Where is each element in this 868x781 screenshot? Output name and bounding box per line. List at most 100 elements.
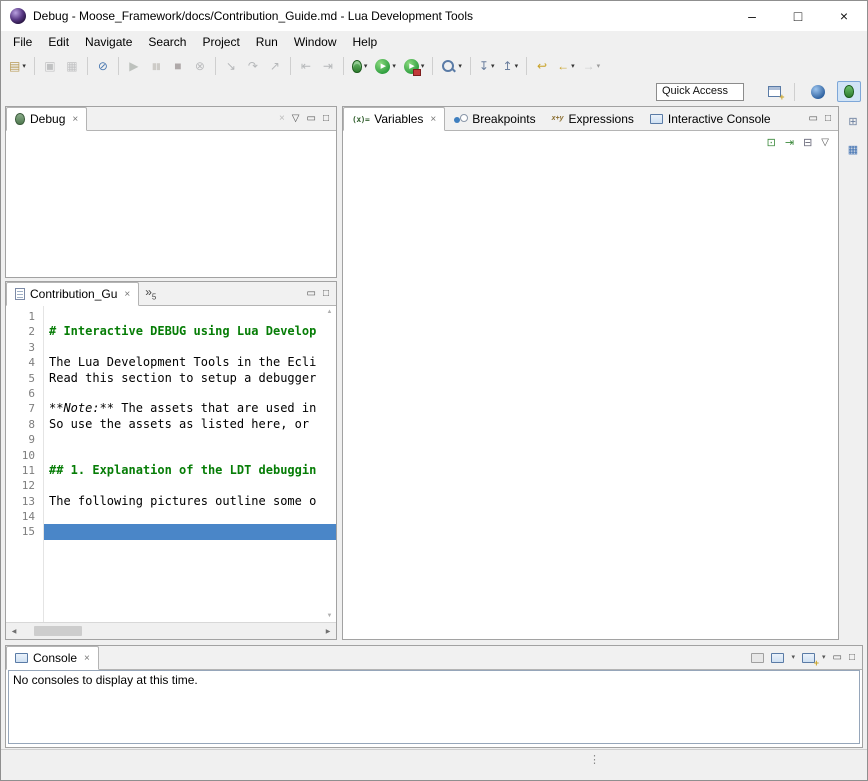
step-over-button[interactable]: ↷: [243, 55, 263, 77]
suspend-button[interactable]: ▮▮: [146, 55, 166, 77]
menu-run[interactable]: Run: [248, 33, 286, 51]
maximize-view-icon[interactable]: □: [323, 289, 329, 299]
scroll-up-icon[interactable]: ▲: [327, 309, 333, 315]
minimize-view-icon[interactable]: ▭: [809, 114, 818, 124]
use-step-filters-button[interactable]: ⇥: [318, 55, 338, 77]
menu-file[interactable]: File: [5, 33, 40, 51]
scrollbar-track[interactable]: [22, 623, 320, 639]
trim-drag-handle[interactable]: ⋮: [589, 753, 600, 766]
pin-console-icon[interactable]: [751, 653, 764, 663]
minimized-view-button[interactable]: ▦: [843, 139, 863, 159]
tab-expressions[interactable]: Expressions: [544, 107, 642, 130]
last-edit-location-button[interactable]: ↩: [532, 55, 552, 77]
restore-views-button[interactable]: ⊞: [843, 111, 863, 131]
forward-button[interactable]: →▾: [580, 55, 604, 77]
close-tab-icon[interactable]: ×: [124, 289, 130, 300]
code-line[interactable]: **Note:** The assets that are used in: [44, 401, 336, 416]
next-annotation-button[interactable]: ↧▾: [476, 55, 498, 77]
menu-window[interactable]: Window: [286, 33, 345, 51]
close-window-button[interactable]: ×: [821, 1, 867, 31]
code-line[interactable]: [44, 340, 336, 355]
maximize-view-icon[interactable]: □: [323, 114, 329, 124]
dropdown-arrow-icon[interactable]: ▾: [822, 654, 826, 661]
menu-project[interactable]: Project: [194, 33, 247, 51]
minimize-view-icon[interactable]: ▭: [307, 114, 316, 124]
menu-search[interactable]: Search: [140, 33, 194, 51]
scrollbar-thumb[interactable]: [34, 626, 82, 636]
menu-edit[interactable]: Edit: [40, 33, 77, 51]
view-menu-icon[interactable]: ▽: [821, 138, 829, 148]
show-type-names-icon[interactable]: ⇥: [785, 138, 794, 149]
debug-perspective-button[interactable]: [837, 81, 861, 102]
code-line[interactable]: [44, 478, 336, 493]
save-button[interactable]: ▣: [40, 55, 60, 77]
console-content[interactable]: No consoles to display at this time.: [8, 670, 860, 744]
code-line[interactable]: Read this section to setup a debugger: [44, 371, 336, 386]
terminate-button[interactable]: ■: [168, 55, 188, 77]
tab-debug[interactable]: Debug ×: [6, 107, 87, 131]
dropdown-arrow-icon[interactable]: ▾: [791, 654, 795, 661]
code-line[interactable]: [44, 509, 336, 524]
tab-breakpoints[interactable]: Breakpoints: [445, 107, 543, 130]
maximize-view-icon[interactable]: □: [825, 114, 831, 124]
menu-navigate[interactable]: Navigate: [77, 33, 140, 51]
lua-perspective-button[interactable]: [804, 81, 832, 102]
dropdown-arrow-icon: ▾: [491, 62, 495, 70]
code-line[interactable]: So use the assets as listed here, or: [44, 417, 336, 432]
step-return-button[interactable]: ↗: [265, 55, 285, 77]
step-into-button[interactable]: ↘: [221, 55, 241, 77]
close-tab-icon[interactable]: ×: [430, 114, 436, 125]
search-button[interactable]: ▾: [438, 55, 465, 77]
code-line[interactable]: ## 1. Explanation of the LDT debuggin: [44, 463, 336, 478]
view-menu-icon[interactable]: ▽: [292, 114, 300, 124]
external-tools-button[interactable]: ▶▾: [401, 55, 428, 77]
remove-terminated-icon[interactable]: ×: [279, 114, 285, 124]
tab-interactive-console[interactable]: Interactive Console: [642, 107, 779, 130]
open-console-icon[interactable]: [802, 653, 815, 663]
code-area[interactable]: # Interactive DEBUG using Lua Develop The…: [44, 306, 336, 622]
resume-button[interactable]: ▶: [124, 55, 144, 77]
tab-contribution-guide[interactable]: Contribution_Gu ×: [6, 282, 139, 306]
display-selected-console-icon[interactable]: [771, 653, 784, 663]
menu-help[interactable]: Help: [345, 33, 386, 51]
open-perspective-button[interactable]: [764, 81, 784, 103]
new-wizard-button[interactable]: ▤▾: [6, 55, 29, 77]
close-tab-icon[interactable]: ×: [84, 653, 90, 664]
run-button[interactable]: ▶▾: [372, 55, 399, 77]
skip-all-breakpoints-button[interactable]: ⊘: [93, 55, 113, 77]
back-button[interactable]: ←▾: [554, 55, 578, 77]
editor-overflow-tab[interactable]: »5: [139, 285, 162, 301]
tab-console[interactable]: Console ×: [6, 646, 99, 670]
code-text: The Lua Development Tools in the Ecli: [49, 355, 316, 369]
code-line[interactable]: The following pictures outline some o: [44, 494, 336, 509]
prev-annotation-button[interactable]: ↥▾: [500, 55, 522, 77]
drop-to-frame-button[interactable]: ⇤: [296, 55, 316, 77]
save-all-button[interactable]: ▦: [62, 55, 82, 77]
scroll-left-icon[interactable]: ◀: [6, 628, 22, 635]
scroll-down-icon[interactable]: ▼: [327, 613, 333, 619]
disconnect-button[interactable]: ⊗: [190, 55, 210, 77]
tab-variables[interactable]: (x)=Variables×: [343, 107, 445, 131]
editor-horizontal-scrollbar[interactable]: ◀ ▶: [6, 622, 336, 639]
editor-content[interactable]: 123456789101112131415 # Interactive DEBU…: [6, 306, 336, 622]
maximize-window-button[interactable]: □: [775, 1, 821, 31]
code-line[interactable]: The Lua Development Tools in the Ecli: [44, 355, 336, 370]
quick-access-input[interactable]: Quick Access: [656, 83, 744, 101]
code-line[interactable]: [44, 432, 336, 447]
code-line[interactable]: # Interactive DEBUG using Lua Develop: [44, 324, 336, 339]
tab-label: Contribution_Gu: [30, 287, 117, 301]
maximize-view-icon[interactable]: □: [849, 653, 855, 663]
close-tab-icon[interactable]: ×: [72, 114, 78, 125]
code-line[interactable]: [44, 524, 336, 539]
minimize-window-button[interactable]: –: [729, 1, 775, 31]
code-line[interactable]: [44, 309, 336, 324]
minimize-view-icon[interactable]: ▭: [307, 289, 316, 299]
code-line[interactable]: [44, 386, 336, 401]
minimize-view-icon[interactable]: ▭: [833, 653, 842, 663]
show-logical-structure-icon[interactable]: ⊡: [767, 138, 776, 149]
code-line[interactable]: [44, 448, 336, 463]
debug-button[interactable]: ▾: [349, 55, 371, 77]
scroll-right-icon[interactable]: ▶: [320, 628, 336, 635]
collapse-all-icon[interactable]: ⊟: [803, 138, 812, 149]
editor-vertical-scrollbar[interactable]: ▲ ▼: [323, 306, 336, 622]
